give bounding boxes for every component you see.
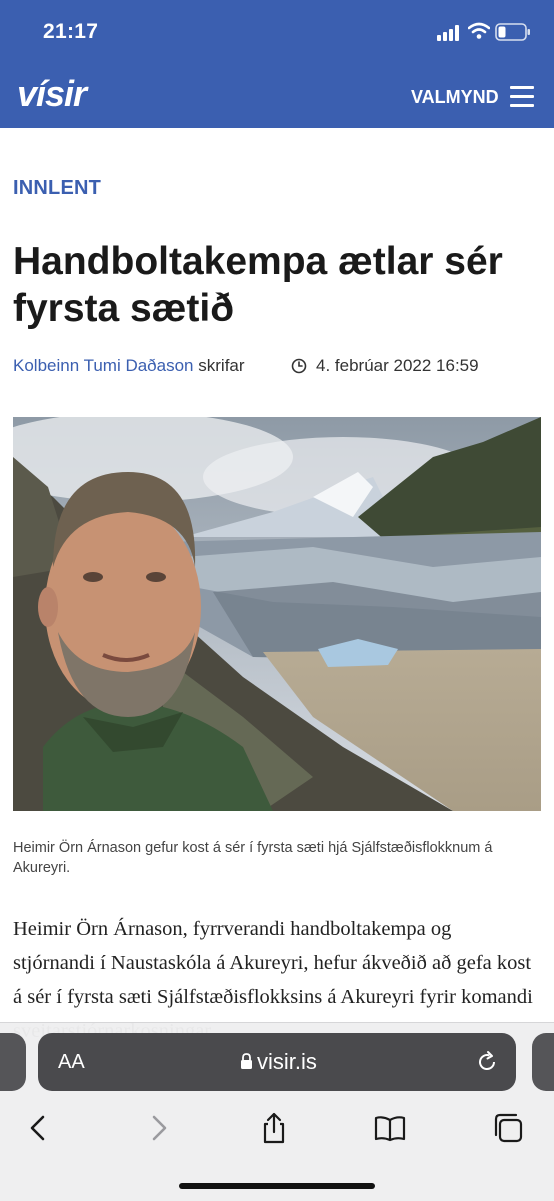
previous-tab-preview[interactable] <box>0 1033 26 1091</box>
tabs-icon[interactable] <box>491 1111 525 1145</box>
article-category[interactable]: INNLENT <box>13 177 101 200</box>
text-size-button[interactable]: AA <box>58 1051 85 1074</box>
wifi-icon <box>468 22 490 39</box>
signal-icon <box>437 25 463 41</box>
address-bar[interactable]: AA visir.is <box>38 1033 516 1091</box>
publish-date: 4. febrúar 2022 16:59 <box>316 356 479 375</box>
back-icon[interactable] <box>22 1111 56 1145</box>
photo-caption: Heimir Örn Árnason gefur kost á sér í fy… <box>13 840 493 876</box>
lock-icon <box>241 1053 252 1069</box>
menu-button-label[interactable]: VALMYND <box>411 87 499 108</box>
clock-icon <box>291 358 307 374</box>
browser-toolbar: AA visir.is <box>0 1022 554 1201</box>
hamburger-icon[interactable] <box>510 86 534 107</box>
article-photo[interactable] <box>13 417 541 811</box>
next-tab-preview[interactable] <box>532 1033 554 1091</box>
status-time: 21:17 <box>43 20 99 43</box>
bookmarks-icon[interactable] <box>373 1111 407 1145</box>
share-icon[interactable] <box>257 1111 291 1145</box>
byline: Kolbeinn Tumi Daðason skrifar <box>13 356 245 376</box>
battery-icon <box>495 23 530 41</box>
article-headline: Handboltakempa ætlar sér fyrsta sætið <box>13 240 503 330</box>
author-link[interactable]: Kolbeinn Tumi Daðason <box>13 356 194 375</box>
reload-icon[interactable] <box>475 1050 499 1074</box>
forward-icon[interactable] <box>141 1111 175 1145</box>
site-logo[interactable]: vísir <box>17 73 87 115</box>
url-text[interactable]: visir.is <box>257 1049 317 1075</box>
home-indicator[interactable] <box>179 1183 375 1189</box>
author-suffix: skrifar <box>198 356 245 375</box>
